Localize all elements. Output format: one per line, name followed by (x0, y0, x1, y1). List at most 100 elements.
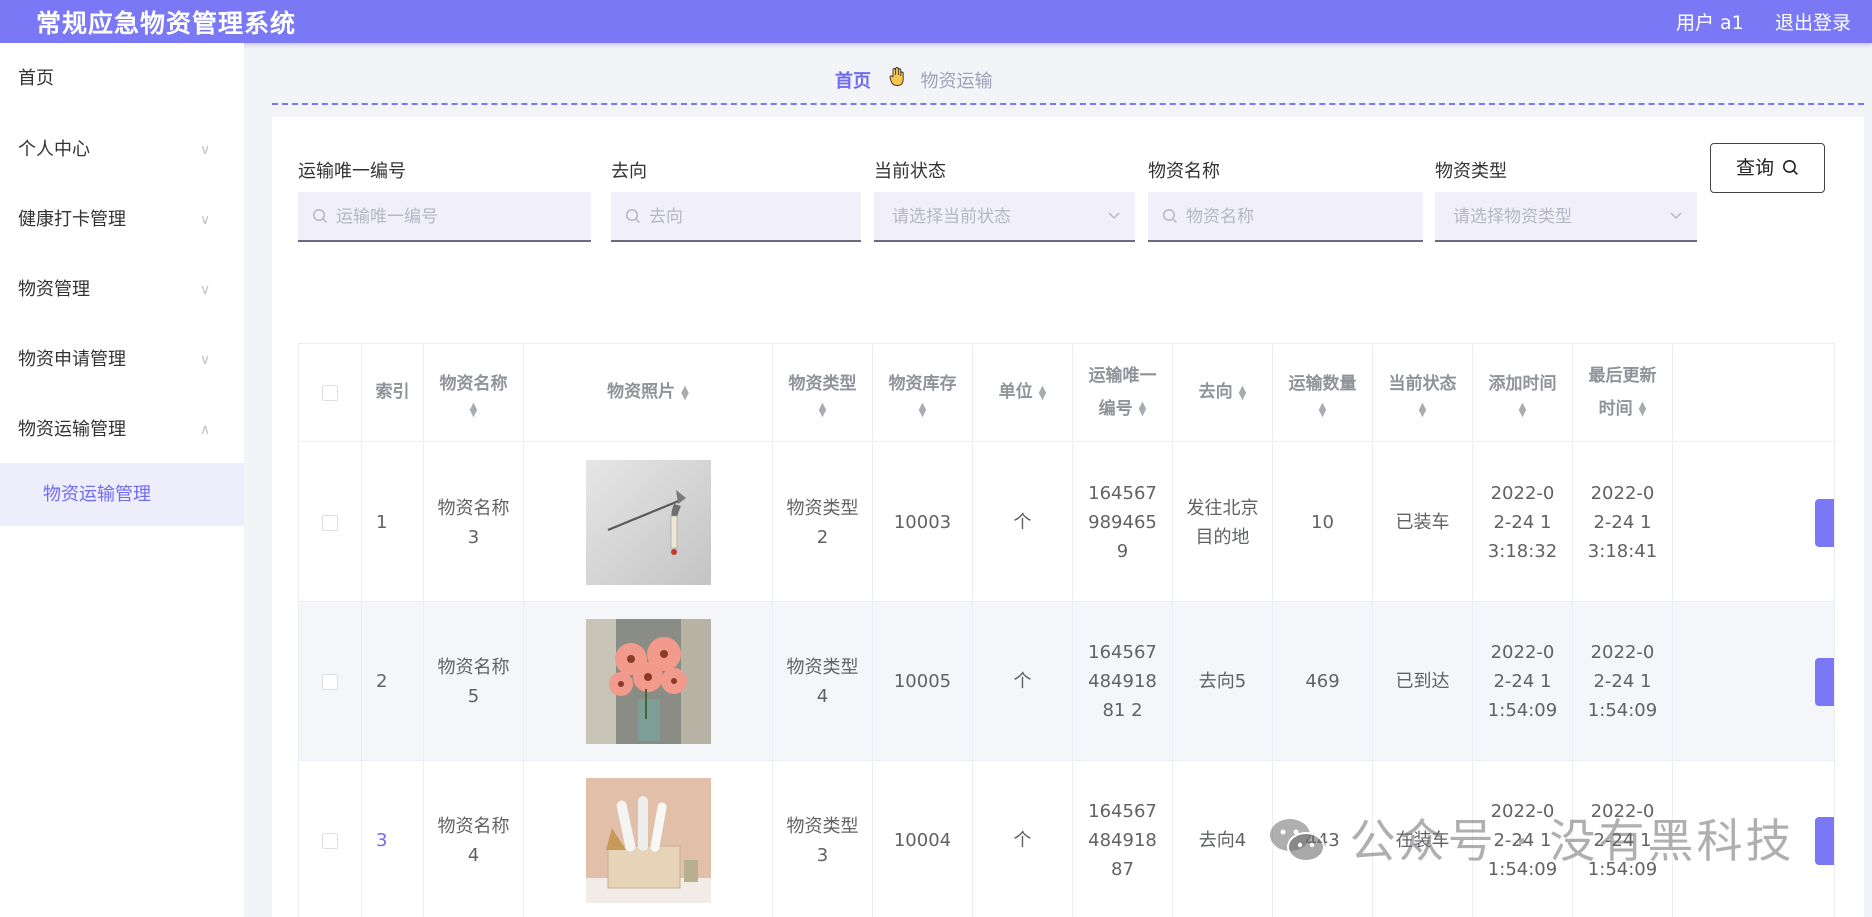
cell-unit: 个 (973, 761, 1073, 917)
col-header-name[interactable]: 物资名称 ▲ ▼ (424, 344, 524, 442)
cell-stock: 10003 (873, 443, 973, 602)
logout-link[interactable]: 退出登录 (1775, 8, 1851, 35)
filter-label-status: 当前状态 (874, 161, 946, 182)
col-header-stock[interactable]: 物资库存 ▲ ▼ (873, 344, 973, 442)
search-icon (312, 192, 328, 242)
cell-stock: 10005 (873, 602, 973, 761)
cell-unit: 个 (973, 443, 1073, 602)
cell-photo (524, 761, 773, 917)
sort-icon[interactable]: ▲ ▼ (789, 402, 857, 419)
sort-icon[interactable]: ▲ ▼ (1639, 400, 1647, 417)
cell-index: 1 (362, 443, 424, 602)
material-name-input[interactable]: 物资名称 (1148, 192, 1423, 242)
cell-status: 已到达 (1373, 602, 1473, 761)
col-header-type[interactable]: 物资类型 ▲ ▼ (773, 344, 873, 442)
material-type-select[interactable]: 请选择物资类型 (1435, 192, 1697, 242)
row-checkbox[interactable] (322, 514, 338, 531)
select-all-checkbox[interactable] (322, 384, 338, 401)
cell-name: 物资名称5 (424, 602, 524, 761)
sidebar-item-home[interactable]: 首页 (0, 59, 244, 99)
filter-label-material-name: 物资名称 (1148, 161, 1220, 182)
col-header-photo[interactable]: 物资照片 ▲ ▼ (524, 344, 773, 442)
cell-transport-id: 16456748491887 (1073, 761, 1173, 917)
chevron-down-icon: ∨ (200, 352, 211, 368)
cell-name: 物资名称3 (424, 443, 524, 602)
destination-input[interactable]: 去向 (611, 192, 861, 242)
col-header-destination[interactable]: 去向 ▲ ▼ (1173, 344, 1273, 442)
sort-icon[interactable]: ▲ ▼ (1489, 402, 1557, 419)
sidebar-item-label: 物资申请管理 (18, 349, 126, 370)
col-header-updated[interactable]: 最后更新时间 ▲ ▼ (1573, 344, 1673, 442)
select-placeholder: 请选择物资类型 (1453, 207, 1572, 227)
sort-icon[interactable]: ▲ ▼ (1239, 384, 1247, 401)
sort-icon[interactable]: ▲ ▼ (1139, 400, 1147, 417)
sidebar-subitem-transport-management[interactable]: 物资运输管理 (0, 463, 244, 526)
sidebar-item-label: 首页 (18, 68, 54, 89)
cell-updated: 2022-02-24 11:54:09 (1573, 602, 1673, 761)
sort-icon[interactable]: ▲ ▼ (1389, 402, 1457, 419)
chevron-down-icon (1107, 192, 1121, 242)
cell-photo (524, 602, 773, 761)
chevron-down-icon (1669, 192, 1683, 242)
row-select-cell (299, 602, 362, 761)
sidebar-item-material-application[interactable]: 物资申请管理 ∨ (0, 340, 244, 380)
cell-name: 物资名称4 (424, 761, 524, 917)
hand-icon (889, 67, 905, 92)
cell-type: 物资类型4 (773, 602, 873, 761)
cell-status: 已装车 (1373, 443, 1473, 602)
sidebar-item-label: 健康打卡管理 (18, 209, 126, 230)
chevron-down-icon: ∨ (200, 282, 211, 298)
cell-transport-id: 16456748491881 2 (1073, 602, 1173, 761)
sidebar-item-material-management[interactable]: 物资管理 ∨ (0, 270, 244, 310)
search-icon (625, 192, 641, 242)
sort-icon[interactable]: ▲ ▼ (681, 384, 689, 401)
cell-type: 物资类型3 (773, 761, 873, 917)
cell-added: 2022-02-24 13:18:32 (1473, 443, 1573, 602)
row-select-cell (299, 443, 362, 602)
col-header-status[interactable]: 当前状态 ▲ ▼ (1373, 344, 1473, 442)
row-checkbox[interactable] (322, 832, 338, 849)
sidebar-item-material-transport[interactable]: 物资运输管理 ∧ (0, 410, 244, 450)
cell-added: 2022-02-24 11:54:09 (1473, 602, 1573, 761)
user-name[interactable]: 用户 a1 (1676, 8, 1744, 35)
col-header-unit[interactable]: 单位 ▲ ▼ (973, 344, 1073, 442)
cell-transport-id: 1645679894659 (1073, 443, 1173, 602)
watermark: 公众号 · 没有黑科技 (1268, 805, 1795, 871)
sidebar-item-health-checkin[interactable]: 健康打卡管理 ∨ (0, 200, 244, 240)
cell-destination: 去向4 (1173, 761, 1273, 917)
cell-destination: 发往北京目的地 (1173, 443, 1273, 602)
cell-photo (524, 443, 773, 602)
search-icon (1780, 157, 1799, 179)
table-row: 1 物资名称3 物资类型2 10003 个 1645679894659 发往北京… (299, 443, 1834, 602)
row-action-button[interactable] (1815, 817, 1834, 865)
transport-id-input[interactable]: 运输唯一编号 (298, 192, 591, 242)
chevron-down-icon: ∨ (200, 142, 211, 158)
row-checkbox[interactable] (322, 673, 338, 690)
row-action-button[interactable] (1815, 499, 1834, 547)
select-placeholder: 请选择当前状态 (892, 207, 1011, 227)
query-button[interactable]: 查询 (1710, 143, 1825, 193)
col-header-index[interactable]: 索引 (362, 344, 424, 442)
box-photo (585, 778, 711, 903)
col-header-transport-id[interactable]: 运输唯一编号 ▲ ▼ (1073, 344, 1173, 442)
row-select-cell (299, 761, 362, 917)
cell-index: 3 (362, 761, 424, 917)
col-header-added[interactable]: 添加时间 ▲ ▼ (1473, 344, 1573, 442)
col-header-quantity[interactable]: 运输数量 ▲ ▼ (1273, 344, 1373, 442)
row-action-button[interactable] (1815, 658, 1834, 706)
status-select[interactable]: 请选择当前状态 (874, 192, 1135, 242)
sidebar-item-label: 个人中心 (18, 139, 90, 160)
table-row: 2 物资名称5 物资类型4 10005 个 16456748491881 2 去… (299, 602, 1834, 761)
sidebar-item-personal-center[interactable]: 个人中心 ∨ (0, 130, 244, 170)
app-title: 常规应急物资管理系统 (36, 9, 297, 38)
search-icon (1162, 192, 1178, 242)
breadcrumb-home[interactable]: 首页 (835, 71, 871, 92)
weapon-photo (585, 460, 711, 585)
chevron-down-icon: ∨ (200, 212, 211, 228)
filter-label-transport-id: 运输唯一编号 (298, 161, 406, 182)
sort-icon[interactable]: ▲ ▼ (889, 402, 957, 419)
sort-icon[interactable]: ▲ ▼ (1289, 402, 1357, 419)
sort-icon[interactable]: ▲ ▼ (1039, 384, 1047, 401)
sort-icon[interactable]: ▲ ▼ (440, 402, 508, 419)
breadcrumb: 首页 物资运输 (835, 67, 992, 93)
